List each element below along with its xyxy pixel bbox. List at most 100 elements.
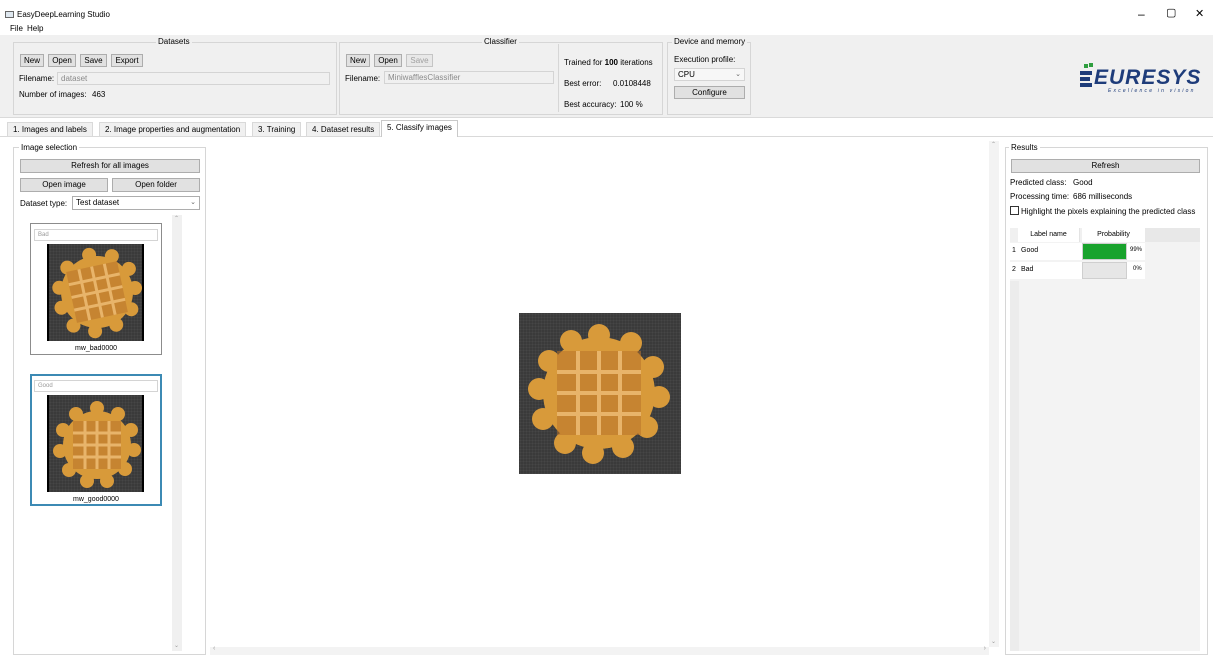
thumbnail-label-field[interactable]: Good	[34, 380, 158, 392]
minimize-button[interactable]: –	[1138, 7, 1145, 21]
tab-images-and-labels[interactable]: 1. Images and labels	[7, 122, 93, 136]
classifier-open-button[interactable]: Open	[374, 54, 402, 67]
thumbnail-list-scrollbar[interactable]: ⌃ ⌄	[172, 215, 182, 651]
configure-button[interactable]: Configure	[674, 86, 745, 99]
trained-iterations-value: 100	[604, 58, 618, 67]
logo-tagline: Excellence in vision	[1108, 88, 1196, 94]
dataset-filename-label: Filename:	[19, 74, 55, 83]
window-title: EasyDeepLearning Studio	[17, 10, 110, 19]
tab-training[interactable]: 3. Training	[252, 122, 302, 136]
best-error-value: 0.0108448	[613, 79, 651, 88]
dataset-export-button[interactable]: Export	[111, 54, 143, 67]
waffle-shape-icon	[52, 247, 142, 339]
maximize-button[interactable]: ▢	[1166, 6, 1176, 19]
processing-time-value: 686 milliseconds	[1073, 192, 1133, 201]
table-row[interactable]: 1 Good 99%	[1010, 243, 1145, 260]
scroll-up-icon[interactable]: ⌃	[174, 215, 179, 222]
refresh-button[interactable]: Refresh	[1011, 159, 1200, 173]
waffle-image	[47, 395, 144, 492]
classified-waffle-image	[519, 313, 681, 474]
dataset-open-button[interactable]: Open	[48, 54, 76, 67]
results-title: Results	[1009, 143, 1040, 153]
trained-prefix: Trained for	[564, 58, 603, 67]
app-icon	[5, 11, 14, 18]
menu-help[interactable]: Help	[27, 24, 43, 34]
image-view-hscrollbar[interactable]: ‹ ›	[210, 645, 989, 655]
tab-dataset-results[interactable]: 4. Dataset results	[306, 122, 381, 136]
dataset-new-button[interactable]: New	[20, 54, 44, 67]
open-folder-button[interactable]: Open folder	[112, 178, 200, 192]
dataset-num-images-value: 463	[92, 90, 106, 99]
probability-bar-fill	[1083, 244, 1126, 259]
datasets-title: Datasets	[156, 37, 192, 47]
waffle-shape-icon	[53, 401, 141, 488]
tab-image-properties[interactable]: 2. Image properties and augmentation	[99, 122, 247, 136]
table-row[interactable]: 2 Bad 0%	[1010, 262, 1145, 279]
logo-text: EURESYS	[1094, 66, 1202, 89]
trained-suffix: iterations	[620, 58, 653, 67]
device-title: Device and memory	[672, 37, 748, 47]
tab-classify-images[interactable]: 5. Classify images	[381, 120, 458, 137]
euresys-logo: EURESYS Excellence in vision	[1074, 58, 1212, 98]
classifier-divider	[558, 44, 559, 112]
predicted-class-label: Predicted class:	[1010, 178, 1067, 187]
execution-profile-select[interactable]: CPU ⌄	[674, 68, 745, 81]
classifier-title: Classifier	[482, 37, 519, 47]
column-header-probability[interactable]: Probability	[1082, 228, 1145, 242]
best-accuracy-label: Best accuracy:	[564, 100, 617, 109]
row-index: 1	[1012, 247, 1016, 254]
scroll-left-icon[interactable]: ‹	[213, 645, 215, 652]
row-index: 2	[1012, 266, 1016, 273]
scroll-right-icon[interactable]: ›	[984, 645, 986, 652]
probability-bar-track	[1082, 262, 1127, 279]
highlight-checkbox[interactable]	[1010, 206, 1019, 215]
trained-iterations-text: Trained for 100 iterations	[564, 58, 653, 68]
processing-time-label: Processing time:	[1010, 192, 1070, 201]
scroll-up-icon[interactable]: ⌃	[991, 141, 996, 148]
probability-text: 99%	[1130, 247, 1143, 253]
execution-profile-label: Execution profile:	[674, 55, 736, 64]
dataset-save-button[interactable]: Save	[80, 54, 107, 67]
menu-file[interactable]: File	[10, 24, 23, 34]
thumbnail-name: mw_good0000	[73, 496, 119, 503]
waffle-image	[47, 244, 144, 341]
best-accuracy-value: 100 %	[620, 100, 643, 109]
execution-profile-value: CPU	[678, 70, 695, 79]
image-view-vscrollbar[interactable]: ⌃ ⌄	[989, 141, 999, 647]
thumbnail-name: mw_bad0000	[74, 345, 118, 352]
close-button[interactable]: ✕	[1195, 7, 1204, 20]
row-label: Good	[1021, 247, 1039, 254]
chevron-down-icon: ⌄	[190, 199, 196, 206]
table-vscroll-area[interactable]	[1010, 281, 1019, 651]
dataset-filename-field[interactable]: dataset	[57, 72, 330, 85]
tab-strip-line	[0, 136, 1213, 137]
results-table: Label name Probability 1 Good 99% 2 Bad …	[1010, 228, 1200, 651]
classifier-save-button[interactable]: Save	[406, 54, 433, 67]
chevron-down-icon: ⌄	[735, 71, 741, 78]
probability-text: 0%	[1133, 266, 1142, 272]
classifier-filename-field[interactable]: MiniwafflesClassifier	[384, 71, 554, 84]
image-selection-title: Image selection	[19, 143, 80, 153]
scroll-down-icon[interactable]: ⌄	[174, 642, 179, 649]
dataset-type-label: Dataset type:	[20, 199, 68, 208]
best-error-label: Best error:	[564, 79, 602, 88]
refresh-all-button[interactable]: Refresh for all images	[20, 159, 200, 173]
highlight-label: Highlight the pixels explaining the pred…	[1021, 207, 1196, 216]
predicted-class-value: Good	[1073, 178, 1093, 187]
classifier-new-button[interactable]: New	[346, 54, 370, 67]
open-image-button[interactable]: Open image	[20, 178, 108, 192]
row-label: Bad	[1021, 266, 1034, 273]
thumbnail-card-selected[interactable]: Good mw_good0000	[30, 374, 162, 506]
thumbnail-card[interactable]: Bad mw_bad0000	[30, 223, 162, 355]
thumbnail-label-field[interactable]: Bad	[34, 229, 158, 241]
column-header-label-name[interactable]: Label name	[1018, 228, 1080, 242]
table-header-spacer	[1145, 228, 1200, 242]
dataset-type-value: Test dataset	[76, 198, 120, 207]
classifier-filename-label: Filename:	[345, 74, 381, 83]
logo-mark-icon	[1080, 63, 1094, 90]
waffle-shape-icon	[528, 324, 670, 464]
probability-bar-track	[1082, 243, 1127, 260]
scroll-down-icon[interactable]: ⌄	[991, 638, 996, 645]
dataset-num-images-label: Number of images:	[19, 90, 87, 99]
dataset-type-select[interactable]: Test dataset ⌄	[72, 196, 200, 210]
